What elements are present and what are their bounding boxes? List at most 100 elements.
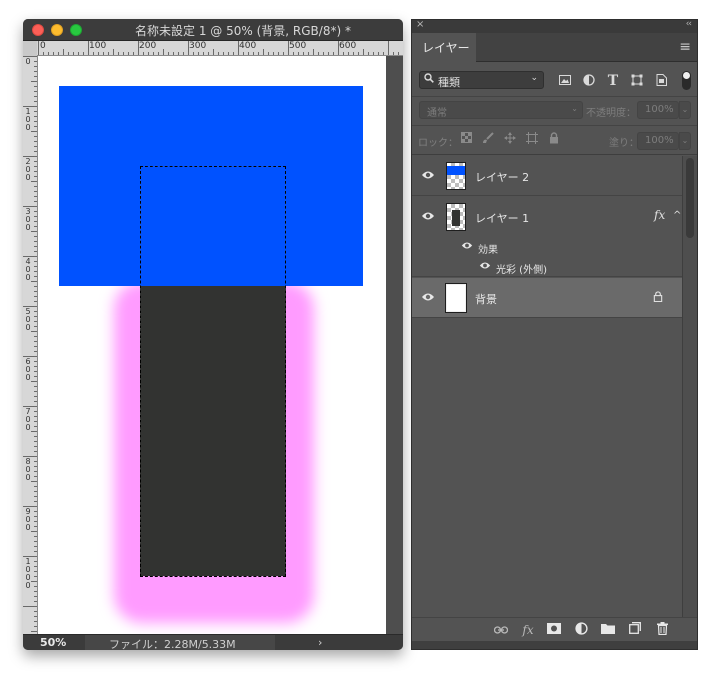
ruler-tick: [288, 41, 289, 55]
panel-menu-icon[interactable]: ≡: [679, 40, 691, 54]
ruler-tick: [31, 81, 37, 82]
fill-stepper[interactable]: ⌄: [679, 132, 691, 150]
ruler-tick: [31, 331, 37, 332]
vertical-ruler[interactable]: 0 100 200 300 400 500 600 700 800 900 10…: [23, 56, 38, 634]
chevron-up-icon[interactable]: ^: [673, 210, 681, 221]
close-window-button[interactable]: [32, 24, 44, 36]
ruler-tick: [31, 481, 37, 482]
filter-kind-label: 種類: [438, 76, 460, 89]
file-info: ファイル：2.28M/5.33M: [109, 638, 236, 650]
lock-pixels-icon[interactable]: [481, 132, 495, 146]
ruler-label: 900: [25, 507, 31, 532]
panel-resize-grip[interactable]: [412, 641, 697, 649]
shape-filter-icon[interactable]: [630, 74, 644, 88]
lock-all-icon[interactable]: [547, 132, 561, 146]
ruler-label: 500: [25, 307, 31, 332]
document-titlebar[interactable]: 名称未設定 1 @ 50% (背景, RGB/8*) *: [23, 19, 403, 41]
ruler-tick: [23, 256, 37, 257]
ruler-label: 700: [25, 407, 31, 432]
blend-mode-select[interactable]: 通常 ⌄: [419, 101, 583, 119]
ruler-tick: [31, 231, 37, 232]
lock-row: ロック： 塗り： 100% ⌄: [412, 127, 697, 155]
maximize-window-button[interactable]: [70, 24, 82, 36]
layer-name[interactable]: 背景: [475, 291, 497, 307]
ruler-label: 0: [25, 57, 31, 66]
horizontal-ruler[interactable]: 0 100 200 300 400 500 600: [37, 41, 403, 56]
ruler-tick: [23, 456, 37, 457]
effects-visibility-eye-icon[interactable]: [461, 240, 473, 253]
mask-icon[interactable]: [546, 622, 562, 638]
blend-row: 通常 ⌄ 不透明度： 100% ⌄: [412, 98, 697, 126]
effect-name: 光彩 (外側): [496, 265, 547, 276]
new-layer-icon[interactable]: [627, 622, 643, 638]
layer-row-background[interactable]: 背景: [412, 278, 682, 318]
minimize-window-button[interactable]: [51, 24, 63, 36]
layer-row-layer-2[interactable]: レイヤー 2: [412, 156, 682, 196]
ruler-tick: [31, 181, 37, 182]
adjustment-filter-icon[interactable]: [582, 74, 596, 88]
layer-list-scrollbar[interactable]: [682, 156, 697, 636]
layer-name[interactable]: レイヤー 1: [475, 210, 529, 226]
ruler-tick: [263, 49, 264, 55]
ruler-tick: [31, 381, 37, 382]
lock-transparent-icon[interactable]: [459, 132, 473, 146]
ruler-tick: [23, 356, 37, 357]
layer-row-layer-1[interactable]: レイヤー 1 fx ^ 効果 光彩 (外側): [412, 197, 682, 277]
visibility-eye-icon[interactable]: [421, 211, 435, 223]
ruler-origin[interactable]: [23, 41, 37, 56]
ruler-label: 1000: [25, 557, 31, 590]
type-filter-icon[interactable]: T: [606, 74, 620, 88]
layer-name[interactable]: レイヤー 2: [475, 169, 529, 185]
marquee-selection[interactable]: [140, 166, 286, 577]
effects-header-row[interactable]: 効果: [412, 237, 682, 257]
file-info-box[interactable]: ファイル：2.28M/5.33M ›: [85, 635, 322, 650]
visibility-eye-icon[interactable]: [421, 170, 435, 182]
chevron-down-icon: ⌄: [571, 104, 578, 113]
ruler-tick: [23, 156, 37, 157]
lock-position-icon[interactable]: [503, 132, 517, 146]
document-canvas[interactable]: [38, 56, 386, 634]
tab-layers[interactable]: レイヤー: [412, 33, 476, 62]
opacity-input[interactable]: 100%: [637, 101, 679, 119]
image-filter-icon[interactable]: [558, 74, 572, 88]
ruler-tick: [138, 41, 139, 55]
effect-row-outer-glow[interactable]: 光彩 (外側): [412, 257, 682, 277]
document-window: 名称未設定 1 @ 50% (背景, RGB/8*) * 0 100 200 3…: [23, 19, 403, 650]
filter-kind-select[interactable]: 種類 ⌄: [419, 71, 544, 89]
effect-visibility-eye-icon[interactable]: [479, 260, 491, 273]
ruler-tick: [338, 41, 339, 55]
panel-header[interactable]: × ‹‹: [412, 19, 697, 33]
adjustment-layer-icon[interactable]: [573, 622, 589, 638]
lock-icon[interactable]: [653, 291, 663, 303]
fx-icon[interactable]: fx: [520, 622, 536, 638]
ruler-label: 100: [25, 107, 31, 132]
layer-thumbnail: [446, 162, 466, 190]
ruler-tick: [313, 49, 314, 55]
ruler-label: 400: [239, 41, 257, 51]
fill-input[interactable]: 100%: [637, 132, 679, 150]
smart-object-filter-icon[interactable]: [654, 74, 668, 88]
ruler-tick: [31, 631, 37, 632]
link-layers-icon[interactable]: [493, 622, 509, 638]
ruler-tick: [23, 556, 37, 557]
ruler-tick: [23, 406, 37, 407]
status-menu-arrow-icon[interactable]: ›: [318, 636, 322, 649]
ruler-tick: [23, 206, 37, 207]
layer-list: レイヤー 2 レイヤー 1 fx ^ 効果 光彩 (外側) 背景: [412, 156, 682, 636]
folder-icon[interactable]: [600, 622, 616, 638]
ruler-tick: [31, 431, 37, 432]
visibility-eye-icon[interactable]: [421, 292, 435, 304]
trash-icon[interactable]: [654, 622, 670, 638]
fx-icon[interactable]: fx: [654, 208, 665, 222]
layer-thumbnail: [446, 203, 466, 231]
ruler-tick: [63, 49, 64, 55]
zoom-level[interactable]: 50%: [40, 636, 66, 649]
scrollbar-thumb[interactable]: [686, 158, 694, 238]
collapse-icon[interactable]: ‹‹: [686, 19, 692, 29]
canvas-area[interactable]: [38, 56, 403, 634]
opacity-stepper[interactable]: ⌄: [679, 101, 691, 119]
close-icon[interactable]: ×: [416, 19, 424, 30]
filter-toggle-switch[interactable]: [682, 71, 691, 90]
ruler-tick: [23, 506, 37, 507]
lock-artboard-icon[interactable]: [525, 132, 539, 146]
